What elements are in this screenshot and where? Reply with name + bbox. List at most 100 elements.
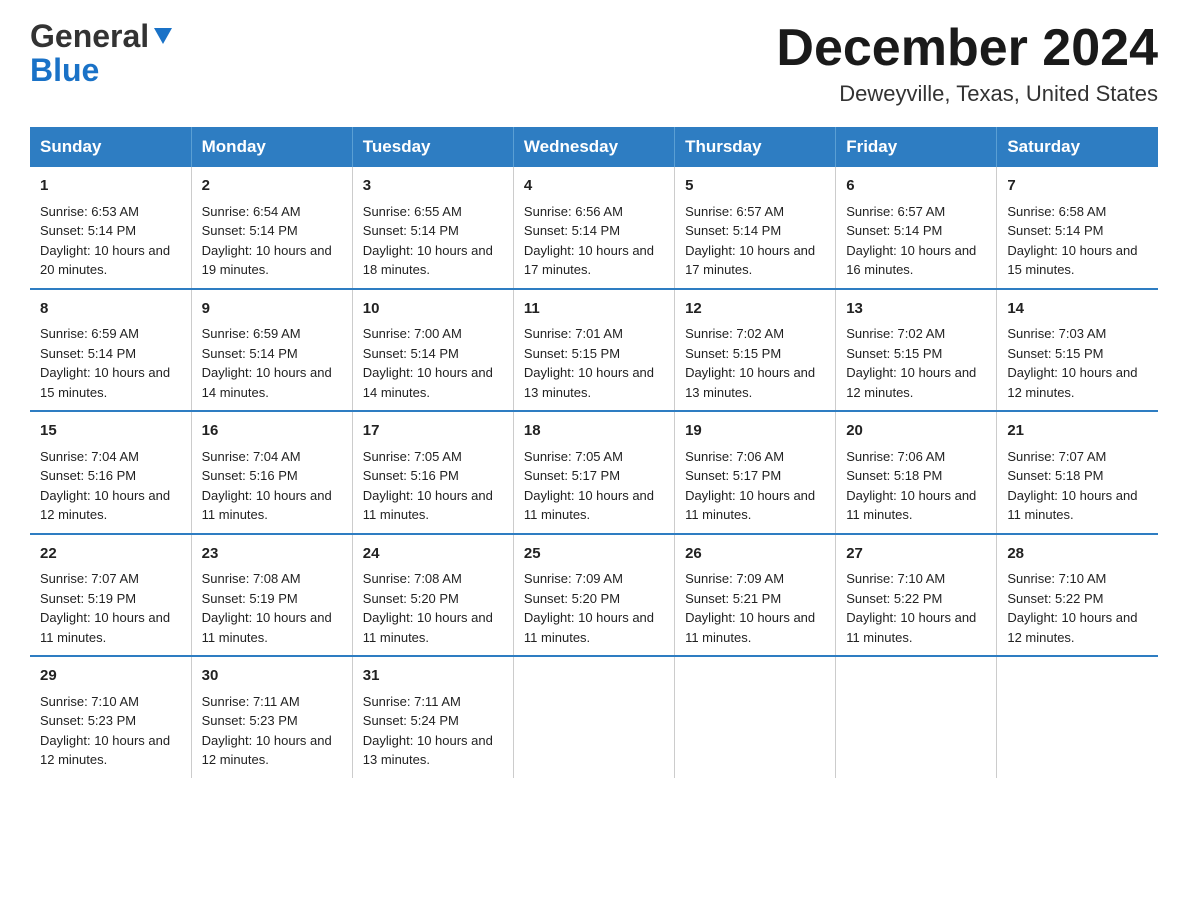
day-number: 5 <box>685 175 825 198</box>
daylight-line: Daylight: 10 hours and 18 minutes. <box>363 243 493 278</box>
calendar-cell: 3Sunrise: 6:55 AMSunset: 5:14 PMDaylight… <box>352 167 513 289</box>
sunrise-line: Sunrise: 7:00 AM <box>363 326 462 341</box>
daylight-line: Daylight: 10 hours and 12 minutes. <box>202 733 332 768</box>
sunset-line: Sunset: 5:16 PM <box>363 468 459 483</box>
sunrise-line: Sunrise: 6:59 AM <box>202 326 301 341</box>
daylight-line: Daylight: 10 hours and 12 minutes. <box>1007 365 1137 400</box>
daylight-line: Daylight: 10 hours and 14 minutes. <box>202 365 332 400</box>
logo-general-text: General <box>30 20 149 52</box>
daylight-line: Daylight: 10 hours and 17 minutes. <box>524 243 654 278</box>
day-number: 19 <box>685 420 825 443</box>
sunset-line: Sunset: 5:14 PM <box>202 346 298 361</box>
calendar-cell: 4Sunrise: 6:56 AMSunset: 5:14 PMDaylight… <box>513 167 674 289</box>
sunset-line: Sunset: 5:15 PM <box>524 346 620 361</box>
sunset-line: Sunset: 5:14 PM <box>202 223 298 238</box>
calendar-cell: 23Sunrise: 7:08 AMSunset: 5:19 PMDayligh… <box>191 534 352 657</box>
calendar-cell: 25Sunrise: 7:09 AMSunset: 5:20 PMDayligh… <box>513 534 674 657</box>
sunset-line: Sunset: 5:16 PM <box>40 468 136 483</box>
daylight-line: Daylight: 10 hours and 12 minutes. <box>1007 610 1137 645</box>
calendar-cell: 6Sunrise: 6:57 AMSunset: 5:14 PMDaylight… <box>836 167 997 289</box>
logo: General Blue <box>30 20 174 86</box>
sunrise-line: Sunrise: 7:04 AM <box>40 449 139 464</box>
calendar-cell: 16Sunrise: 7:04 AMSunset: 5:16 PMDayligh… <box>191 411 352 534</box>
daylight-line: Daylight: 10 hours and 11 minutes. <box>1007 488 1137 523</box>
sunrise-line: Sunrise: 7:08 AM <box>202 571 301 586</box>
daylight-line: Daylight: 10 hours and 13 minutes. <box>685 365 815 400</box>
sunrise-line: Sunrise: 6:58 AM <box>1007 204 1106 219</box>
day-number: 29 <box>40 665 181 688</box>
daylight-line: Daylight: 10 hours and 12 minutes. <box>846 365 976 400</box>
sunset-line: Sunset: 5:14 PM <box>40 346 136 361</box>
sunrise-line: Sunrise: 6:53 AM <box>40 204 139 219</box>
daylight-line: Daylight: 10 hours and 11 minutes. <box>846 610 976 645</box>
sunset-line: Sunset: 5:14 PM <box>524 223 620 238</box>
col-tuesday: Tuesday <box>352 127 513 167</box>
daylight-line: Daylight: 10 hours and 12 minutes. <box>40 488 170 523</box>
day-number: 1 <box>40 175 181 198</box>
day-number: 20 <box>846 420 986 443</box>
sunrise-line: Sunrise: 7:10 AM <box>1007 571 1106 586</box>
calendar-cell: 30Sunrise: 7:11 AMSunset: 5:23 PMDayligh… <box>191 656 352 778</box>
day-number: 12 <box>685 298 825 321</box>
sunrise-line: Sunrise: 7:08 AM <box>363 571 462 586</box>
daylight-line: Daylight: 10 hours and 11 minutes. <box>202 488 332 523</box>
daylight-line: Daylight: 10 hours and 11 minutes. <box>846 488 976 523</box>
sunrise-line: Sunrise: 7:05 AM <box>363 449 462 464</box>
sunset-line: Sunset: 5:14 PM <box>1007 223 1103 238</box>
day-number: 6 <box>846 175 986 198</box>
col-saturday: Saturday <box>997 127 1158 167</box>
sunset-line: Sunset: 5:15 PM <box>846 346 942 361</box>
calendar-cell: 24Sunrise: 7:08 AMSunset: 5:20 PMDayligh… <box>352 534 513 657</box>
sunrise-line: Sunrise: 7:03 AM <box>1007 326 1106 341</box>
day-number: 2 <box>202 175 342 198</box>
col-sunday: Sunday <box>30 127 191 167</box>
daylight-line: Daylight: 10 hours and 11 minutes. <box>524 610 654 645</box>
logo-blue-text: Blue <box>30 52 99 88</box>
sunrise-line: Sunrise: 7:01 AM <box>524 326 623 341</box>
day-number: 11 <box>524 298 664 321</box>
sunset-line: Sunset: 5:14 PM <box>846 223 942 238</box>
calendar-cell: 9Sunrise: 6:59 AMSunset: 5:14 PMDaylight… <box>191 289 352 412</box>
sunset-line: Sunset: 5:19 PM <box>202 591 298 606</box>
daylight-line: Daylight: 10 hours and 11 minutes. <box>363 488 493 523</box>
sunrise-line: Sunrise: 6:54 AM <box>202 204 301 219</box>
calendar-cell: 17Sunrise: 7:05 AMSunset: 5:16 PMDayligh… <box>352 411 513 534</box>
calendar-week-row: 29Sunrise: 7:10 AMSunset: 5:23 PMDayligh… <box>30 656 1158 778</box>
sunset-line: Sunset: 5:23 PM <box>40 713 136 728</box>
calendar-cell: 21Sunrise: 7:07 AMSunset: 5:18 PMDayligh… <box>997 411 1158 534</box>
calendar-table: Sunday Monday Tuesday Wednesday Thursday… <box>30 127 1158 778</box>
sunrise-line: Sunrise: 7:11 AM <box>363 694 461 709</box>
calendar-cell: 10Sunrise: 7:00 AMSunset: 5:14 PMDayligh… <box>352 289 513 412</box>
daylight-line: Daylight: 10 hours and 17 minutes. <box>685 243 815 278</box>
calendar-cell: 26Sunrise: 7:09 AMSunset: 5:21 PMDayligh… <box>675 534 836 657</box>
day-number: 10 <box>363 298 503 321</box>
sunrise-line: Sunrise: 7:10 AM <box>846 571 945 586</box>
calendar-week-row: 1 Sunrise: 6:53 AM Sunset: 5:14 PM Daylight… <box>30 167 1158 289</box>
sunrise-line: Sunrise: 7:09 AM <box>685 571 784 586</box>
sunset-line: Sunset: 5:22 PM <box>1007 591 1103 606</box>
calendar-cell <box>836 656 997 778</box>
sunrise-line: Sunrise: 7:02 AM <box>846 326 945 341</box>
sunset-line: Sunset: 5:21 PM <box>685 591 781 606</box>
sunrise-line: Sunrise: 7:09 AM <box>524 571 623 586</box>
day-number: 14 <box>1007 298 1148 321</box>
daylight-line: Daylight: 10 hours and 11 minutes. <box>40 610 170 645</box>
day-number: 7 <box>1007 175 1148 198</box>
calendar-cell: 22Sunrise: 7:07 AMSunset: 5:19 PMDayligh… <box>30 534 191 657</box>
daylight-line: Daylight: 10 hours and 20 minutes. <box>40 243 170 278</box>
sunrise-line: Sunrise: 7:04 AM <box>202 449 301 464</box>
calendar-header-row: Sunday Monday Tuesday Wednesday Thursday… <box>30 127 1158 167</box>
calendar-cell: 15Sunrise: 7:04 AMSunset: 5:16 PMDayligh… <box>30 411 191 534</box>
calendar-cell: 27Sunrise: 7:10 AMSunset: 5:22 PMDayligh… <box>836 534 997 657</box>
day-number: 16 <box>202 420 342 443</box>
day-number: 30 <box>202 665 342 688</box>
day-number: 26 <box>685 543 825 566</box>
calendar-title: December 2024 <box>776 20 1158 77</box>
sunset-line: Sunset: 5:18 PM <box>1007 468 1103 483</box>
sunset-line: Sunset: 5:22 PM <box>846 591 942 606</box>
sunset-line: Sunset: 5:18 PM <box>846 468 942 483</box>
calendar-cell: 28Sunrise: 7:10 AMSunset: 5:22 PMDayligh… <box>997 534 1158 657</box>
sunrise-line: Sunrise: 7:11 AM <box>202 694 300 709</box>
sunset-line: Sunset: 5:17 PM <box>685 468 781 483</box>
col-friday: Friday <box>836 127 997 167</box>
